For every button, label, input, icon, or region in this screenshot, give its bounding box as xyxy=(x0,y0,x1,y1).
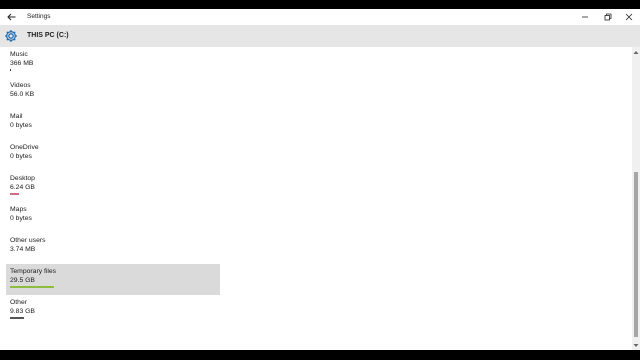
minimize-button[interactable] xyxy=(574,9,596,25)
item-label: Music xyxy=(10,51,28,58)
storage-item-music[interactable]: Music 366 MB xyxy=(6,47,220,78)
item-label: Maps xyxy=(10,206,27,213)
close-icon xyxy=(625,13,633,21)
item-label: Temporary files xyxy=(10,268,57,275)
storage-item-desktop[interactable]: Desktop 6.24 GB xyxy=(6,171,220,202)
back-button[interactable] xyxy=(4,9,18,25)
restore-icon xyxy=(604,13,612,21)
storage-list: Music 366 MB Videos 56.0 KB Mail 0 bytes… xyxy=(0,47,632,350)
usage-bar xyxy=(10,69,11,71)
page-title: THIS PC (C:) xyxy=(27,32,69,39)
item-label: Videos xyxy=(10,82,31,89)
usage-bar xyxy=(10,317,24,319)
item-label: Other users xyxy=(10,237,46,244)
usage-bar xyxy=(10,286,54,288)
item-size: 9.83 GB xyxy=(10,308,35,315)
storage-item-onedrive[interactable]: OneDrive 0 bytes xyxy=(6,140,220,171)
page-header: THIS PC (C:) xyxy=(0,25,640,47)
gear-icon xyxy=(5,30,17,42)
item-label: Mail xyxy=(10,113,23,120)
item-size: 366 MB xyxy=(10,60,34,67)
item-size: 56.0 KB xyxy=(10,91,35,98)
item-size: 0 bytes xyxy=(10,153,32,160)
item-label: OneDrive xyxy=(10,144,39,151)
vertical-scrollbar[interactable] xyxy=(632,47,640,350)
item-label: Desktop xyxy=(10,175,35,182)
storage-item-other[interactable]: Other 9.83 GB xyxy=(6,295,220,326)
storage-item-other-users[interactable]: Other users 3.74 MB xyxy=(6,233,220,264)
maximize-button[interactable] xyxy=(597,9,619,25)
item-size: 0 bytes xyxy=(10,122,32,129)
storage-item-mail[interactable]: Mail 0 bytes xyxy=(6,109,220,140)
item-size: 0 bytes xyxy=(10,215,32,222)
item-size: 29.5 GB xyxy=(10,277,35,284)
minimize-icon xyxy=(582,16,588,18)
storage-item-maps[interactable]: Maps 0 bytes xyxy=(6,202,220,233)
close-button[interactable] xyxy=(618,9,640,25)
chevron-up-icon xyxy=(633,50,639,54)
storage-item-videos[interactable]: Videos 56.0 KB xyxy=(6,78,220,109)
item-size: 6.24 GB xyxy=(10,184,35,191)
title-bar: Settings xyxy=(0,9,640,25)
scroll-thumb[interactable] xyxy=(634,172,638,337)
scroll-up-button[interactable] xyxy=(632,47,640,57)
window-title: Settings xyxy=(27,13,51,20)
scroll-down-button[interactable] xyxy=(632,340,640,350)
arrow-left-icon xyxy=(6,13,15,21)
settings-window: Settings THIS PC (C:) Music 366 MB Video… xyxy=(0,9,640,350)
storage-item-temporary-files[interactable]: Temporary files 29.5 GB xyxy=(6,264,220,295)
usage-bar xyxy=(10,193,19,195)
chevron-down-icon xyxy=(633,343,639,347)
item-label: Other xyxy=(10,299,27,306)
item-size: 3.74 MB xyxy=(10,246,36,253)
